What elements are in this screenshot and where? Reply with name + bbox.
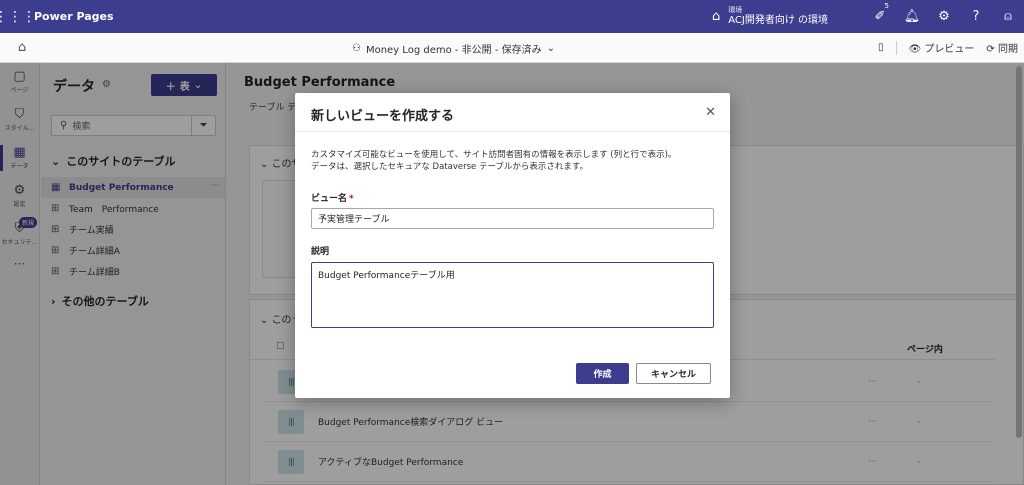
- help-icon[interactable]: ?: [960, 9, 992, 24]
- description-label: 説明: [311, 247, 330, 257]
- chevron-down-icon: ⌄: [546, 43, 556, 54]
- site-bar: ⌂ ⚇ Money Log demo - 非公開 - 保存済み ⌄ ▯ 👁︎ プ…: [0, 33, 1024, 63]
- cancel-button[interactable]: キャンセル: [636, 363, 711, 384]
- device-preview-icon[interactable]: ▯: [878, 42, 884, 53]
- create-view-dialog: 新しいビューを作成する ✕ カスタマイズ可能なビューを使用して、サイト訪問者固有…: [295, 93, 730, 398]
- copilot-icon[interactable]: ✐ 5: [864, 2, 896, 24]
- divider: [895, 40, 897, 55]
- eye-icon: 👁︎: [908, 44, 922, 55]
- top-bar: ⋮⋮⋮ Power Pages ⌂ 環境 ACJ開発者向け の環境 ✐ 5 🔔︎ …: [0, 0, 1024, 33]
- create-button[interactable]: 作成: [576, 363, 629, 384]
- site-actions: ▯ 👁︎ プレビュー ⟳ 同期: [878, 40, 1018, 55]
- dialog-description: カスタマイズ可能なビューを使用して、サイト訪問者固有の情報を表示します (列と行…: [311, 149, 716, 174]
- environment-icon: ⌂: [711, 9, 721, 24]
- sync-label: 同期: [998, 44, 1018, 55]
- preview-label: プレビュー: [924, 44, 975, 55]
- app-name[interactable]: Power Pages: [34, 10, 114, 23]
- dialog-title: 新しいビューを作成する: [311, 109, 455, 124]
- environment-label: 環境: [728, 6, 743, 15]
- close-icon[interactable]: ✕: [705, 105, 716, 120]
- description-line: カスタマイズ可能なビューを使用して、サイト訪問者固有の情報を表示します (列と行…: [311, 150, 677, 160]
- home-icon[interactable]: ⌂: [0, 40, 44, 55]
- description-textarea[interactable]: Budget Performanceテーブル用: [311, 262, 714, 328]
- gear-icon[interactable]: ⚙: [928, 9, 960, 24]
- required-marker: *: [349, 194, 354, 204]
- user-icon[interactable]: ⍝: [992, 9, 1024, 24]
- site-icon: ⚇: [352, 43, 361, 54]
- divider: [295, 131, 730, 132]
- sync-icon: ⟳: [986, 44, 995, 55]
- notification-count: 5: [884, 2, 889, 10]
- preview-button[interactable]: 👁︎ プレビュー: [909, 40, 975, 55]
- app-launcher-icon[interactable]: ⋮⋮⋮: [0, 0, 36, 33]
- view-name-label: ビュー名 *: [311, 191, 354, 204]
- environment-picker[interactable]: 環境 ACJ開発者向け の環境: [728, 6, 828, 26]
- label-text: ビュー名: [311, 194, 348, 204]
- environment-name: ACJ開発者向け の環境: [728, 14, 828, 26]
- sync-button[interactable]: ⟳ 同期: [986, 40, 1018, 55]
- top-bar-actions: ⌂ 環境 ACJ開発者向け の環境 ✐ 5 🔔︎ ⚙ ? ⍝: [712, 0, 1024, 33]
- site-title-text: Money Log demo - 非公開 - 保存済み: [365, 45, 542, 56]
- site-title[interactable]: ⚇ Money Log demo - 非公開 - 保存済み ⌄: [352, 41, 555, 56]
- description-line: データは、選択したセキュアな Dataverse テーブルから表示されます。: [311, 162, 589, 173]
- bell-icon[interactable]: 🔔︎: [896, 9, 928, 24]
- view-name-input[interactable]: [311, 208, 714, 229]
